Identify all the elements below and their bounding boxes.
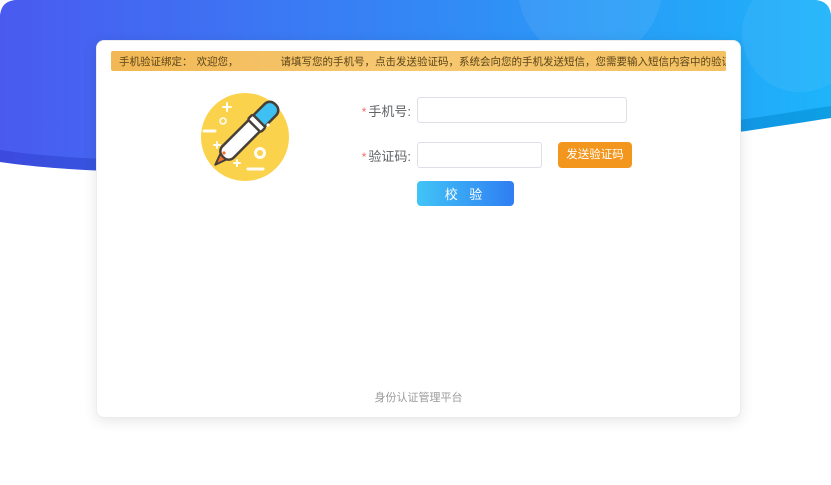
required-mark: * [362, 150, 367, 164]
code-input[interactable] [417, 142, 542, 168]
code-row: *验证码: [333, 142, 542, 168]
code-label: *验证码: [333, 146, 417, 165]
banner-prefix: 手机验证绑定： [119, 54, 193, 69]
phone-input[interactable] [417, 97, 627, 123]
marker-pen-illustration-icon [197, 87, 293, 183]
notice-banner: 手机验证绑定： 欢迎您， 请填写您的手机号，点击发送验证码，系统会向您的手机发送… [111, 51, 726, 71]
phone-label: *手机号: [333, 101, 417, 120]
banner-instructions: 请填写您的手机号，点击发送验证码，系统会向您的手机发送短信，您需要输入短信内容中… [281, 54, 727, 69]
banner-welcome: 欢迎您， [197, 54, 239, 69]
verification-card: 手机验证绑定： 欢迎您， 请填写您的手机号，点击发送验证码，系统会向您的手机发送… [96, 40, 741, 418]
code-label-text: 验证码: [368, 149, 411, 164]
required-mark: * [362, 105, 367, 119]
send-code-button[interactable]: 发送验证码 [558, 142, 632, 168]
phone-label-text: 手机号: [368, 104, 411, 119]
platform-footer-label: 身份认证管理平台 [97, 389, 740, 405]
verify-button[interactable]: 校 验 [417, 181, 514, 206]
page-background: 手机验证绑定： 欢迎您， 请填写您的手机号，点击发送验证码，系统会向您的手机发送… [0, 0, 831, 485]
phone-row: *手机号: [333, 97, 627, 123]
